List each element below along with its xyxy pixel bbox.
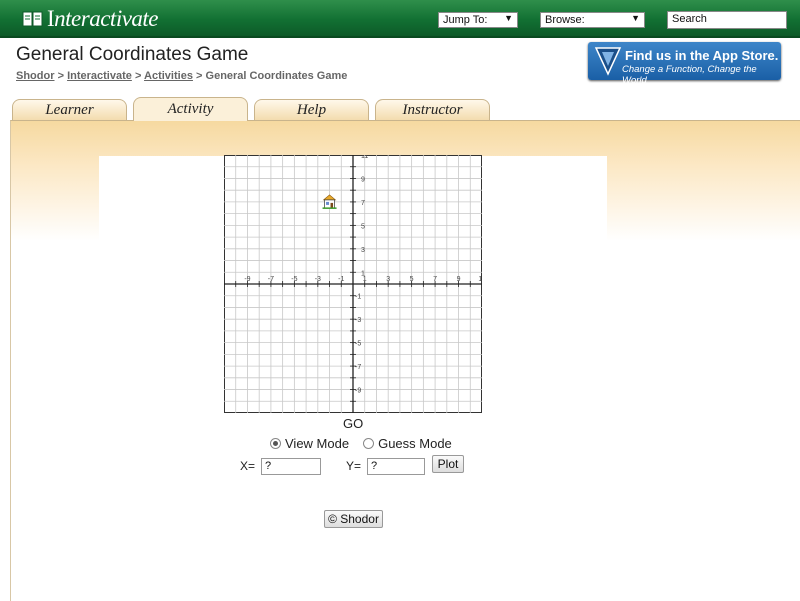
breadcrumb-separator: > — [134, 70, 142, 82]
y-tick-label: 3 — [361, 247, 365, 254]
y-tick-label: -9 — [355, 388, 361, 395]
coordinate-grid[interactable]: -9-7-5-3-113579111197531-1-3-5-7-9 — [224, 155, 482, 413]
y-tick-label: 7 — [361, 200, 365, 207]
x-tick-label: 3 — [386, 276, 390, 283]
x-tick-label: 5 — [410, 276, 414, 283]
x-tick-label: -1 — [338, 276, 344, 283]
mode-selector: View Mode Guess Mode — [270, 436, 452, 451]
x-tick-label: 9 — [457, 276, 461, 283]
x-tick-label: -9 — [244, 276, 250, 283]
interactivate-logo[interactable]: Interactivate — [22, 6, 159, 32]
browse-select[interactable]: Browse: ▼ — [540, 12, 645, 28]
x-input[interactable]: ? — [261, 458, 321, 475]
guess-mode-label: Guess Mode — [378, 436, 452, 451]
shodor-badge-icon — [594, 47, 622, 76]
guess-mode-radio[interactable] — [363, 438, 375, 449]
breadcrumb-separator: > — [196, 70, 203, 82]
app-store-tagline: Change a Function, Change the World — [622, 64, 757, 86]
app-store-banner[interactable]: Find us in the App Store. Change a Funct… — [588, 42, 781, 86]
dropdown-arrow-icon: ▼ — [504, 13, 513, 23]
tab-instructor[interactable]: Instructor — [375, 99, 490, 120]
y-label: Y= — [346, 459, 362, 473]
y-tick-label: 9 — [361, 176, 365, 183]
y-tick-label: -5 — [355, 341, 361, 348]
tab-bar: Learner Activity Help Instructor — [0, 97, 800, 121]
y-tick-label: 11 — [361, 155, 368, 160]
breadcrumb: Shodor > Interactivate > Activities > Ge… — [16, 70, 347, 82]
go-button[interactable]: GO — [343, 416, 363, 431]
jump-to-select[interactable]: Jump To: ▼ — [438, 12, 518, 28]
breadcrumb-separator: > — [57, 70, 64, 82]
top-bar: Interactivate Jump To: ▼ Browse: ▼ Search — [0, 0, 800, 38]
app-store-title: Find us in the App Store. — [625, 48, 779, 63]
y-input[interactable]: ? — [367, 458, 425, 475]
page-title: General Coordinates Game — [16, 44, 249, 65]
logo-text: Interactivate — [47, 6, 159, 31]
book-icon — [22, 11, 43, 27]
x-tick-label: -7 — [268, 276, 274, 283]
breadcrumb-link-activities[interactable]: Activities — [144, 70, 193, 82]
plot-button[interactable]: Plot — [432, 455, 464, 473]
shodor-copyright-button[interactable]: © Shodor — [324, 510, 383, 528]
y-tick-label: -3 — [355, 317, 361, 324]
search-input[interactable]: Search — [667, 11, 787, 29]
view-mode-label: View Mode — [285, 436, 350, 451]
y-tick-label: -1 — [355, 294, 361, 301]
tab-learner[interactable]: Learner — [12, 99, 127, 120]
y-tick-label: 5 — [361, 223, 365, 230]
y-tick-label: 1 — [361, 270, 365, 277]
dropdown-arrow-icon: ▼ — [631, 13, 640, 23]
view-mode-radio[interactable] — [270, 438, 281, 449]
x-tick-label: 7 — [433, 276, 437, 283]
breadcrumb-link-interactivate[interactable]: Interactivate — [67, 70, 132, 82]
x-label: X= — [240, 459, 256, 473]
y-tick-label: -7 — [355, 364, 361, 371]
x-tick-label: -3 — [315, 276, 321, 283]
breadcrumb-link-shodor[interactable]: Shodor — [16, 70, 55, 82]
tab-activity[interactable]: Activity — [133, 97, 248, 121]
breadcrumb-current: General Coordinates Game — [205, 70, 348, 82]
tab-help[interactable]: Help — [254, 99, 369, 120]
x-tick-label: 11 — [478, 276, 482, 283]
x-tick-label: -5 — [291, 276, 297, 283]
